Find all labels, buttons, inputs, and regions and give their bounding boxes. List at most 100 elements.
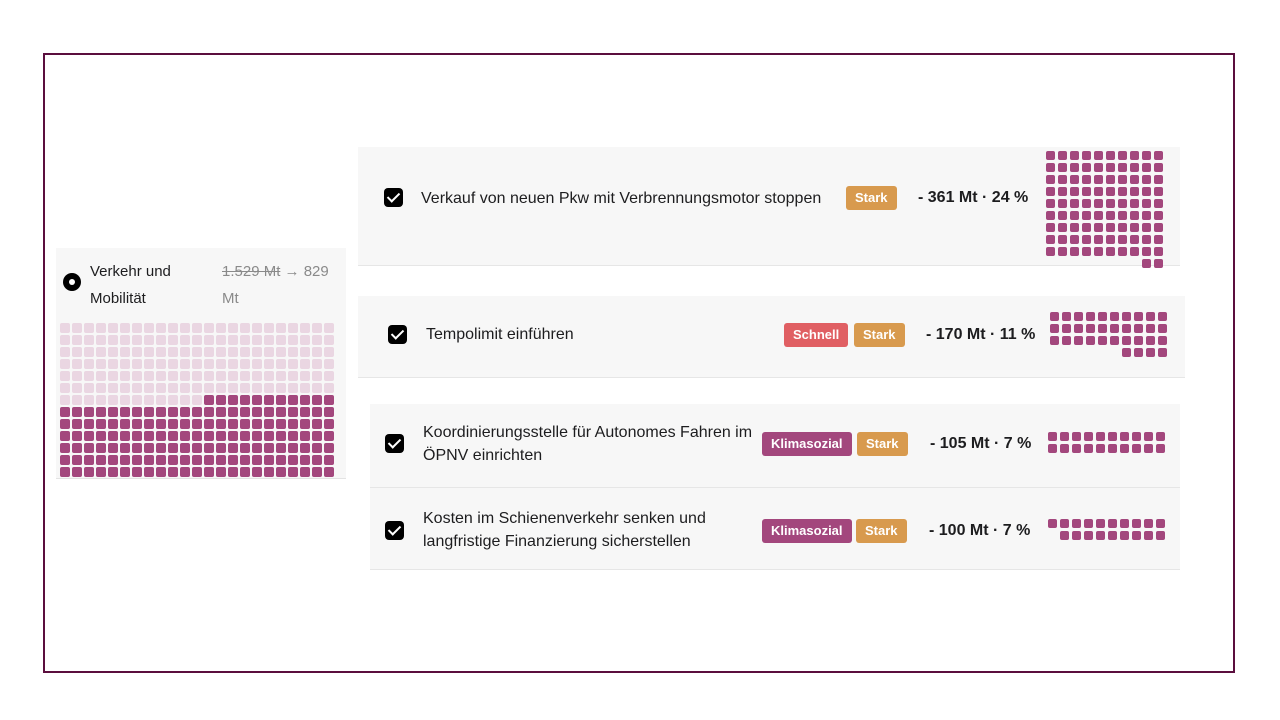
waffle-square [276, 467, 286, 477]
waffle-square [1070, 235, 1079, 244]
waffle-square [1046, 187, 1055, 196]
waffle-square [192, 371, 202, 381]
waffle-square [300, 383, 310, 393]
measure-checkbox[interactable] [385, 434, 404, 453]
waffle-square [252, 443, 262, 453]
waffle-square [252, 347, 262, 357]
waffle-square [168, 431, 178, 441]
waffle-square [1108, 531, 1117, 540]
waffle-square [1142, 259, 1151, 268]
waffle-square [216, 443, 226, 453]
waffle-square [156, 323, 166, 333]
waffle-square [1120, 432, 1129, 441]
waffle-square [1142, 187, 1151, 196]
sector-card[interactable]: Verkehr und Mobilität 1.529 Mt → 829 Mt [56, 248, 346, 479]
waffle-square [180, 371, 190, 381]
waffle-square [96, 419, 106, 429]
waffle-square [1154, 211, 1163, 220]
waffle-square [108, 431, 118, 441]
waffle-square [264, 335, 274, 345]
waffle-square [1158, 336, 1167, 345]
measure-checkbox[interactable] [384, 188, 403, 207]
waffle-square [156, 443, 166, 453]
waffle-square [1110, 312, 1119, 321]
waffle-square [1118, 151, 1127, 160]
waffle-square [1060, 444, 1069, 453]
waffle-square [132, 359, 142, 369]
waffle-square [1108, 444, 1117, 453]
waffle-square [1130, 163, 1139, 172]
measure-row[interactable]: Koordinierungsstelle für Autonomes Fahre… [370, 404, 1180, 488]
measure-row[interactable]: Tempolimit einführen Schnell Stark - 170… [358, 296, 1185, 378]
waffle-square [228, 419, 238, 429]
waffle-square [60, 407, 70, 417]
waffle-square [1072, 531, 1081, 540]
waffle-square [1118, 175, 1127, 184]
waffle-square [240, 395, 250, 405]
waffle-square [1094, 211, 1103, 220]
waffle-square [228, 335, 238, 345]
measure-row[interactable]: Verkauf von neuen Pkw mit Verbrennungsmo… [358, 147, 1180, 268]
waffle-square [96, 443, 106, 453]
waffle-square [192, 455, 202, 465]
waffle-square [192, 431, 202, 441]
waffle-square [1110, 336, 1119, 345]
waffle-square [1074, 324, 1083, 333]
waffle-square [192, 419, 202, 429]
waffle-square [1158, 312, 1167, 321]
waffle-square [84, 407, 94, 417]
waffle-square [1110, 324, 1119, 333]
waffle-square [276, 443, 286, 453]
waffle-square [312, 455, 322, 465]
waffle-square [96, 371, 106, 381]
measure-row[interactable]: Kosten im Schienenverkehr senken und lan… [370, 487, 1180, 570]
waffle-square [132, 335, 142, 345]
waffle-square [96, 383, 106, 393]
waffle-square [312, 335, 322, 345]
waffle-square [1098, 348, 1107, 357]
waffle-square [1106, 199, 1115, 208]
waffle-square [1132, 444, 1141, 453]
waffle-square [288, 395, 298, 405]
waffle-square [1106, 211, 1115, 220]
waffle-square [120, 371, 130, 381]
waffle-square [1144, 519, 1153, 528]
waffle-square [180, 407, 190, 417]
measure-label: Koordinierungsstelle für Autonomes Fahre… [423, 424, 753, 464]
waffle-square [180, 359, 190, 369]
waffle-square [72, 407, 82, 417]
waffle-square [1122, 324, 1131, 333]
sector-radio[interactable] [63, 273, 81, 291]
waffle-square [204, 383, 214, 393]
waffle-square [300, 431, 310, 441]
waffle-square [264, 467, 274, 477]
waffle-square [252, 323, 262, 333]
measure-checkbox[interactable] [388, 325, 407, 344]
waffle-square [1106, 259, 1115, 268]
waffle-square [1142, 199, 1151, 208]
waffle-square [60, 467, 70, 477]
waffle-square [300, 407, 310, 417]
measure-checkbox[interactable] [385, 521, 404, 540]
waffle-square [180, 467, 190, 477]
waffle-square [1118, 199, 1127, 208]
waffle-square [132, 455, 142, 465]
waffle-square [120, 407, 130, 417]
waffle-square [216, 419, 226, 429]
tag-klimasozial: Klimasozial [762, 432, 852, 456]
waffle-square [108, 395, 118, 405]
waffle-square [96, 431, 106, 441]
waffle-square [156, 335, 166, 345]
tag-klimasozial: Klimasozial [762, 519, 852, 543]
waffle-square [324, 383, 334, 393]
waffle-square [1106, 175, 1115, 184]
waffle-square [84, 443, 94, 453]
waffle-square [1082, 259, 1091, 268]
waffle-square [168, 443, 178, 453]
waffle-square [1086, 324, 1095, 333]
waffle-square [288, 359, 298, 369]
waffle-square [1062, 312, 1071, 321]
waffle-square [108, 455, 118, 465]
waffle-square [72, 431, 82, 441]
measure-stat: - 170 Mt · 11 % [926, 326, 1036, 343]
